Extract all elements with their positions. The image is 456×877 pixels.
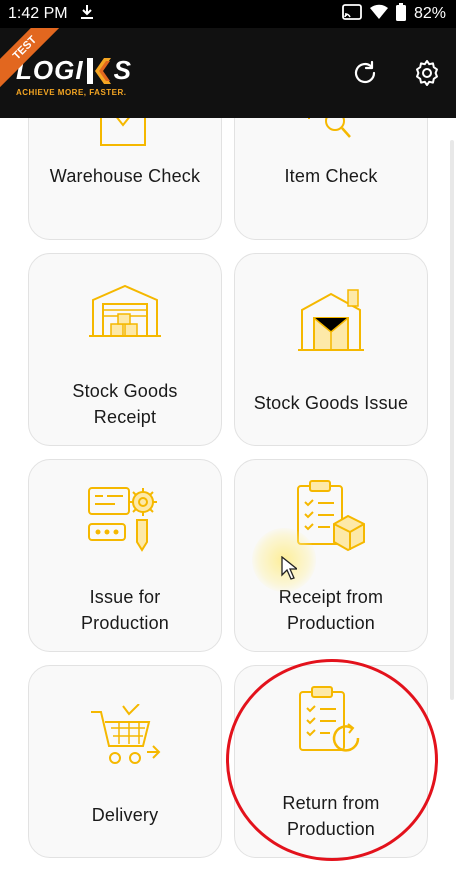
app-logo: LOGI S ACHIEVE MORE, FASTER. <box>16 55 132 97</box>
mouse-cursor-icon <box>281 555 299 580</box>
tile-label: Warehouse Check <box>49 166 201 186</box>
tile-warehouse-check[interactable]: Warehouse Check <box>28 118 222 240</box>
download-icon <box>80 4 94 25</box>
status-time: 1:42 PM <box>8 5 68 22</box>
stock-goods-receipt-icon <box>87 282 163 343</box>
tile-issue-for-production[interactable]: Issue for Production <box>28 459 222 652</box>
tile-label: Receipt from Production <box>278 587 384 633</box>
tile-label: Item Check <box>284 166 378 186</box>
logo-tagline: ACHIEVE MORE, FASTER. <box>16 88 127 97</box>
tile-delivery[interactable]: Delivery <box>28 665 222 858</box>
refresh-icon[interactable] <box>350 58 380 88</box>
logo-text-right: S <box>113 55 132 85</box>
item-check-icon <box>301 118 361 154</box>
tile-stock-goods-issue[interactable]: Stock Goods Issue <box>234 253 428 446</box>
tile-item-check[interactable]: Item Check <box>234 118 428 240</box>
warehouse-check-icon <box>95 118 155 154</box>
delivery-cart-icon <box>89 703 161 775</box>
annotation-highlight-circle <box>226 659 438 861</box>
status-bar: 1:42 PM 82% <box>0 0 456 28</box>
scrollbar[interactable] <box>450 140 454 700</box>
cast-icon <box>342 3 362 25</box>
app-bar: TEST LOGI S ACHIEVE MORE, FASTER. <box>0 28 456 118</box>
stock-goods-issue-icon <box>296 288 366 359</box>
battery-percent: 82% <box>413 5 446 22</box>
tile-label: Stock Goods Receipt <box>72 381 178 427</box>
tile-stock-goods-receipt[interactable]: Stock Goods Receipt <box>28 253 222 446</box>
battery-icon <box>395 2 406 26</box>
wifi-icon <box>369 4 388 25</box>
tile-label: Issue for Production <box>80 587 170 633</box>
tile-label: Stock Goods Issue <box>253 393 409 413</box>
logo-k-mark-icon <box>85 57 113 84</box>
issue-for-production-icon <box>85 484 165 559</box>
settings-icon[interactable] <box>412 58 442 88</box>
tile-label: Delivery <box>91 805 159 825</box>
